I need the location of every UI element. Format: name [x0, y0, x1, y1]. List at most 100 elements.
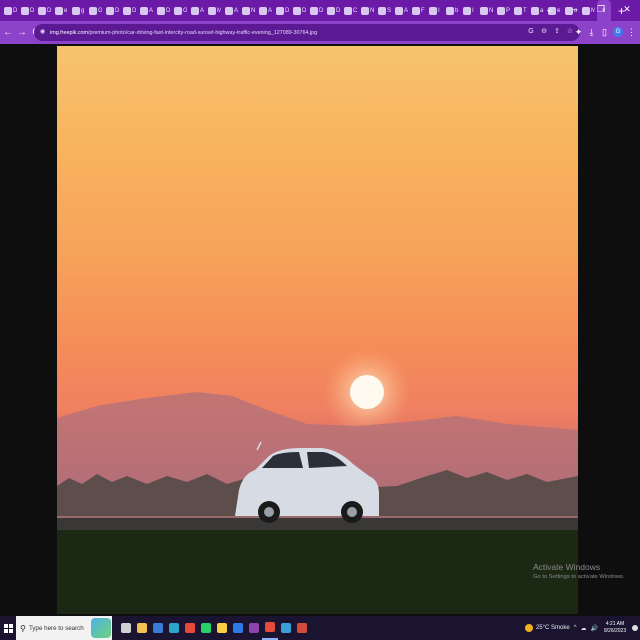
maximize-button[interactable]: ❐	[588, 0, 614, 21]
restore-button[interactable]: –	[562, 0, 588, 21]
sunset-car-photo[interactable]	[57, 46, 578, 614]
address-bar[interactable]: ◉ img.freepik.com/premium-photo/car-driv…	[34, 24, 580, 41]
close-window-button[interactable]: ✕	[614, 0, 640, 21]
tab-title: C	[353, 7, 357, 14]
browser-tab[interactable]: b	[444, 0, 461, 21]
side-panel-icon[interactable]: ▯	[600, 26, 609, 38]
tab-favicon-icon	[21, 6, 29, 15]
browser-tab[interactable]: D	[19, 0, 36, 21]
weather-widget[interactable]: 25°C Smoke	[524, 624, 570, 632]
tab-title: N	[370, 7, 374, 14]
tab-title: D	[132, 7, 136, 14]
browser-tab[interactable]: A	[138, 0, 155, 21]
zoom-icon[interactable]: ⊖	[540, 28, 548, 36]
browser-tab[interactable]: N	[240, 0, 257, 21]
menu-icon[interactable]: ⋮	[627, 26, 636, 38]
clock[interactable]: 4:21 AM 9/26/2023	[602, 621, 628, 635]
url-host: img.freepik.com	[50, 29, 89, 36]
volume-icon[interactable]: 🔊	[591, 625, 598, 632]
start-button[interactable]	[0, 616, 16, 640]
taskbar-app-file-explorer[interactable]	[134, 616, 150, 640]
notification-icon[interactable]	[632, 625, 638, 631]
profile-avatar[interactable]: G	[613, 27, 623, 37]
browser-tab[interactable]: A	[393, 0, 410, 21]
browser-tab[interactable]: M	[206, 0, 223, 21]
clock-date: 9/26/2023	[603, 628, 627, 634]
download-icon[interactable]: ⤓	[587, 26, 596, 38]
minimize-button[interactable]: ⌄	[536, 0, 562, 21]
tab-favicon-icon	[157, 6, 165, 15]
tab-favicon-icon	[463, 6, 471, 15]
back-button[interactable]: ←	[2, 27, 14, 39]
browser-tab[interactable]: A	[223, 0, 240, 21]
browser-tab[interactable]: I	[427, 0, 444, 21]
taskbar-app-calculator[interactable]	[150, 616, 166, 640]
search-highlight-icon[interactable]	[91, 618, 111, 638]
taskbar-search[interactable]: ⚲ Type here to search	[16, 616, 112, 640]
tab-title: b	[455, 7, 459, 14]
browser-tab[interactable]: G	[87, 0, 104, 21]
calculator-icon	[153, 623, 163, 633]
watermark-subtitle: Go to Settings to activate Windows.	[533, 574, 625, 580]
taskbar-app-app-blue[interactable]	[278, 616, 294, 640]
search-placeholder: Type here to search	[29, 624, 84, 632]
tab-favicon-icon	[225, 6, 233, 15]
sun	[350, 375, 384, 409]
tab-title: A	[149, 7, 153, 14]
browser-tab[interactable]: g	[70, 0, 87, 21]
tab-favicon-icon	[208, 6, 216, 15]
tab-title: S	[387, 7, 391, 14]
browser-tab[interactable]: D	[291, 0, 308, 21]
bookmark-star-icon[interactable]: ☆	[566, 28, 574, 36]
app-blue-icon	[281, 623, 291, 633]
browser-tab[interactable]: C	[342, 0, 359, 21]
taskbar-app-sticky[interactable]	[214, 616, 230, 640]
network-icon[interactable]: ☁	[581, 625, 587, 632]
tab-title: D	[285, 7, 289, 14]
tab-title: I	[472, 7, 474, 14]
browser-tab[interactable]: A	[189, 0, 206, 21]
taskbar-app-app-red[interactable]	[294, 616, 310, 640]
browser-tab[interactable]: e	[53, 0, 70, 21]
taskbar-app-photos[interactable]	[230, 616, 246, 640]
browser-tab[interactable]: I	[461, 0, 478, 21]
google-lens-icon[interactable]: G	[527, 28, 535, 36]
browser-tab[interactable]: D	[121, 0, 138, 21]
forward-button[interactable]: →	[16, 27, 28, 39]
browser-tab[interactable]: N	[478, 0, 495, 21]
taskbar-app-chrome-profile[interactable]	[246, 616, 262, 640]
extensions-icon[interactable]: ✦	[574, 26, 583, 38]
browser-tab[interactable]: D	[36, 0, 53, 21]
browser-tab[interactable]: F	[410, 0, 427, 21]
browser-tab[interactable]: D	[155, 0, 172, 21]
browser-tab[interactable]: D	[2, 0, 19, 21]
tab-favicon-icon	[446, 6, 454, 15]
sticky-icon	[217, 623, 227, 633]
url-text[interactable]: img.freepik.com/premium-photo/car-drivin…	[50, 30, 317, 36]
browser-tab[interactable]: D	[274, 0, 291, 21]
tray-overflow-icon[interactable]: ^	[574, 625, 577, 631]
browser-tab[interactable]: A	[257, 0, 274, 21]
browser-tab[interactable]: P	[495, 0, 512, 21]
tab-favicon-icon	[106, 6, 114, 15]
taskbar-app-whatsapp[interactable]	[198, 616, 214, 640]
browser-tab[interactable]: T	[512, 0, 529, 21]
tab-list: D D De g G D D A D G A M A N A D D D D C N S A F Ib I N P Ta e o M × +	[0, 0, 629, 21]
tab-title: G	[183, 7, 187, 14]
system-tray: 25°C Smoke ^ ☁ 🔊 4:21 AM 9/26/2023	[524, 616, 638, 640]
browser-tab[interactable]: N	[359, 0, 376, 21]
browser-tab[interactable]: D	[308, 0, 325, 21]
edge-icon	[169, 623, 179, 633]
browser-tab[interactable]: S	[376, 0, 393, 21]
browser-tab[interactable]: D	[104, 0, 121, 21]
browser-tab[interactable]: D	[325, 0, 342, 21]
taskbar-app-edge[interactable]	[166, 616, 182, 640]
browser-tab[interactable]: G	[172, 0, 189, 21]
taskbar-app-task-view[interactable]	[118, 616, 134, 640]
taskbar-app-chrome-active[interactable]	[262, 616, 278, 640]
tab-favicon-icon	[276, 6, 284, 15]
tab-title: D	[47, 7, 51, 14]
site-info-icon[interactable]: ◉	[40, 29, 47, 36]
taskbar-app-chrome[interactable]	[182, 616, 198, 640]
share-icon[interactable]: ⇪	[553, 28, 561, 36]
